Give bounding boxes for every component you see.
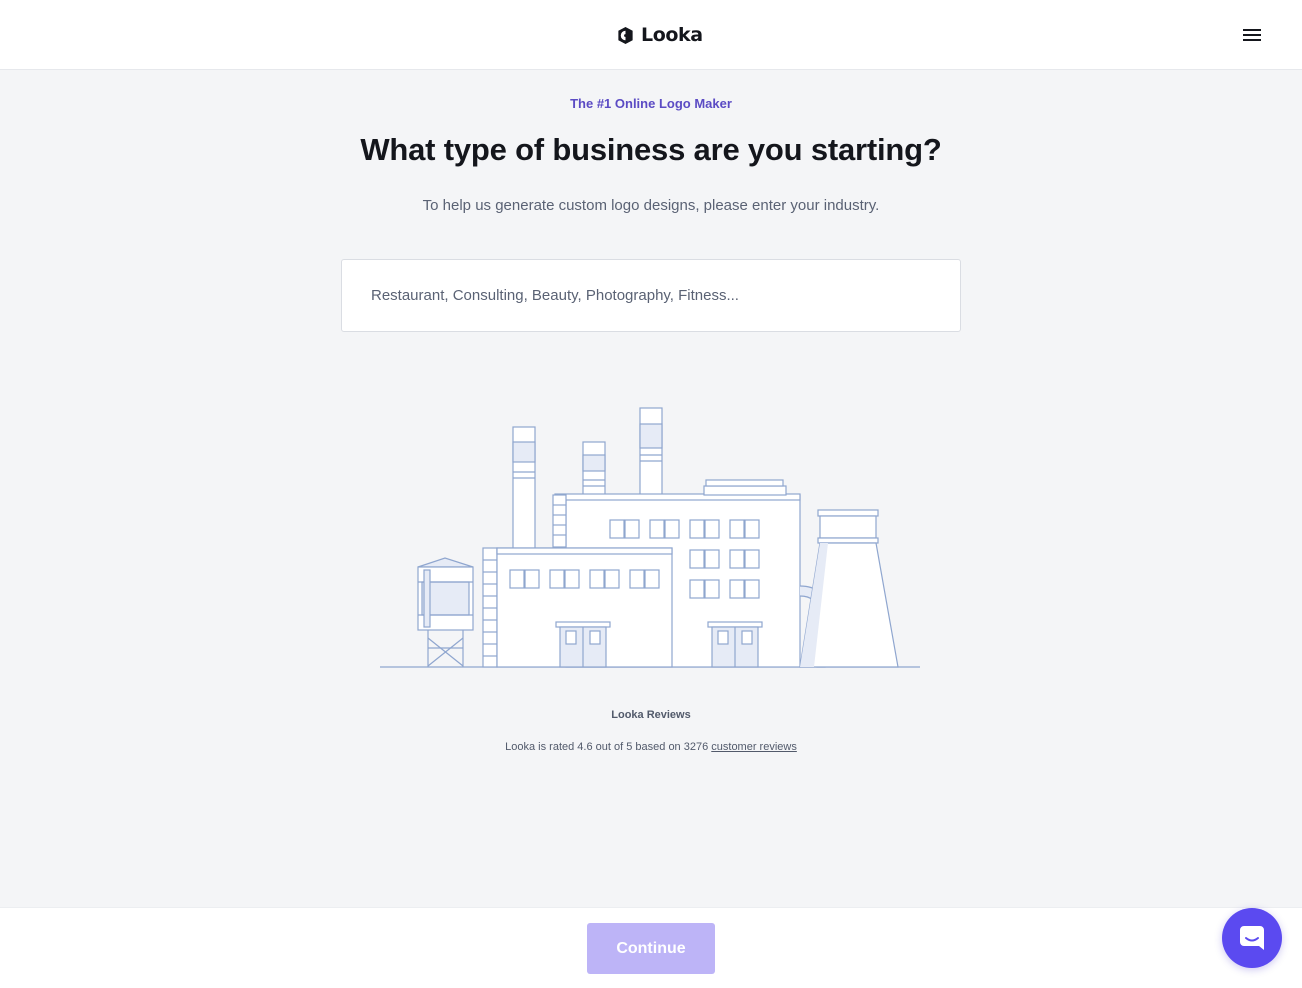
page-title: What type of business are you starting?: [360, 132, 942, 167]
reviews-title: Looka Reviews: [611, 709, 691, 721]
bottom-action-bar: Continue: [0, 907, 1302, 988]
looka-logo-icon: [618, 26, 633, 44]
looka-logo[interactable]: Looka: [616, 22, 703, 48]
continue-button[interactable]: Continue: [587, 923, 715, 974]
page-subtitle: To help us generate custom logo designs,…: [422, 197, 880, 214]
water-tower: [417, 557, 474, 667]
customer-reviews-link[interactable]: customer reviews: [711, 741, 797, 753]
reviews-summary: Looka is rated 4.6 out of 5 based on 327…: [0, 741, 1302, 753]
hamburger-menu-icon: [1243, 29, 1261, 41]
hamburger-menu-button[interactable]: [1236, 22, 1268, 48]
chat-bubble-icon: [1240, 926, 1264, 950]
eyebrow-tagline: The #1 Online Logo Maker: [570, 96, 732, 111]
top-header: Looka: [0, 0, 1302, 70]
cooling-tower: [799, 509, 899, 668]
reviews-summary-text: Looka is rated 4.6 out of 5 based on 327…: [505, 741, 709, 753]
factory-illustration: [380, 407, 920, 668]
brand-name: Looka: [641, 24, 703, 46]
chat-launcher-button[interactable]: [1222, 908, 1282, 968]
industry-input[interactable]: [341, 259, 961, 332]
front-building: [482, 547, 673, 668]
